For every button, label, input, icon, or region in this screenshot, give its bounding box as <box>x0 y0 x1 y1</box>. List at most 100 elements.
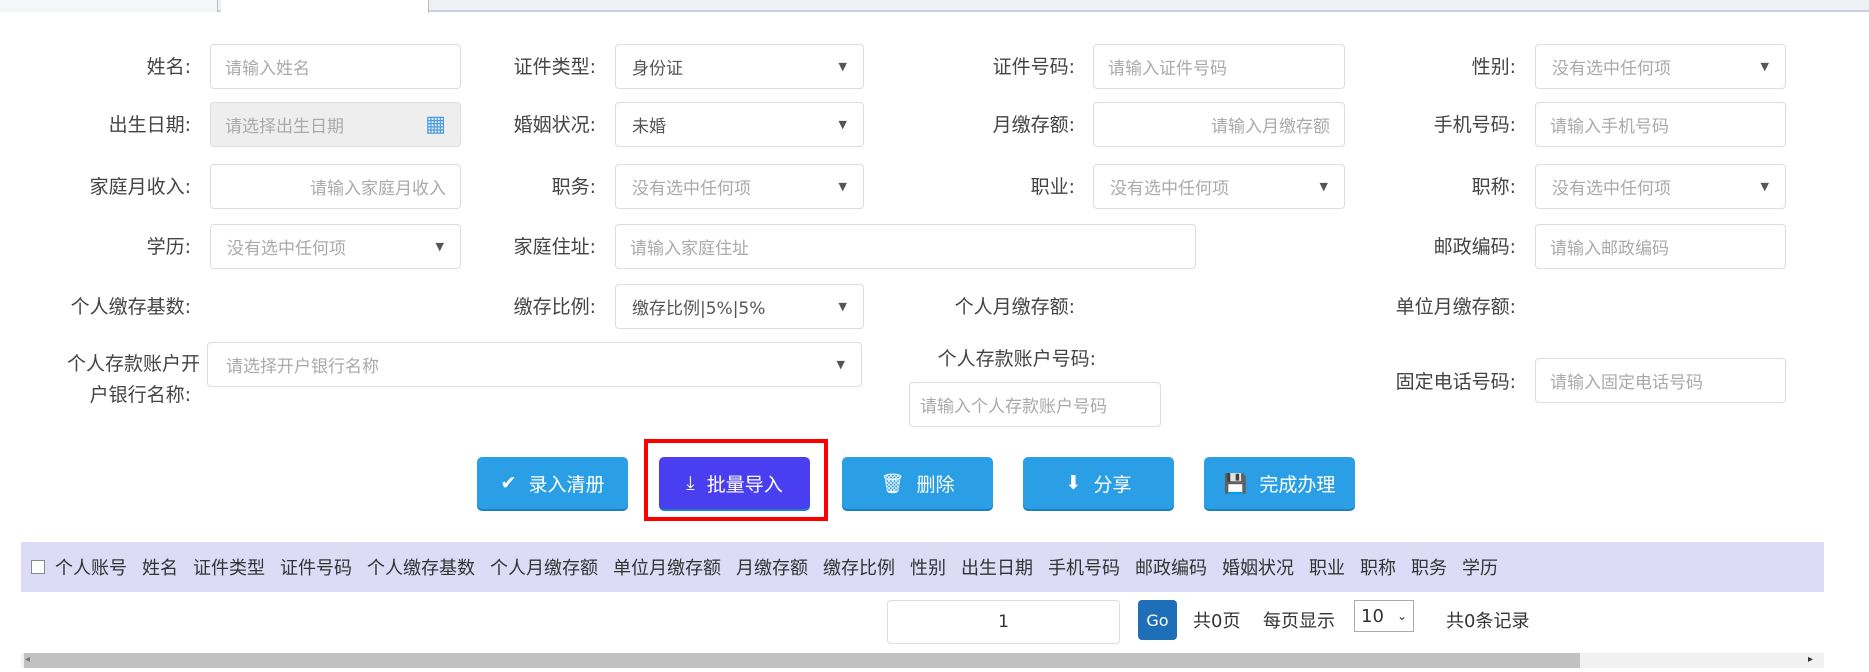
title-value: 没有选中任何项 <box>1552 179 1671 199</box>
per-page-select[interactable]: 10 ⌄ <box>1354 600 1414 632</box>
caret-down-icon: ▼ <box>1760 180 1769 193</box>
column-header[interactable]: 学历 <box>1462 554 1498 580</box>
scroll-left-icon[interactable]: ◂ <box>25 654 30 665</box>
calendar-icon[interactable]: ▦ <box>425 112 446 137</box>
occupation-label: 职业: <box>1030 176 1075 198</box>
tab-1[interactable] <box>0 0 218 12</box>
column-header[interactable]: 证件号码 <box>280 554 352 580</box>
trash-icon: 🗑 <box>880 472 905 495</box>
marital-select[interactable]: 未婚 ▼ <box>615 102 864 147</box>
column-header[interactable]: 手机号码 <box>1048 554 1120 580</box>
birth-date-label: 出生日期: <box>108 114 191 136</box>
account-no-label: 个人存款账户号码: <box>937 348 1096 370</box>
column-header[interactable]: 职称 <box>1360 554 1396 580</box>
postcode-label: 邮政编码: <box>1433 236 1516 258</box>
marital-label: 婚姻状况: <box>513 114 596 136</box>
position-label: 职务: <box>551 176 596 198</box>
column-header[interactable]: 出生日期 <box>961 554 1033 580</box>
id-type-label: 证件类型: <box>513 56 596 78</box>
column-header[interactable]: 个人账号 <box>55 554 127 580</box>
ratio-select[interactable]: 缴存比例|5%|5% ▼ <box>615 284 864 329</box>
bank-name-label-2: 户银行名称: <box>89 384 191 406</box>
scroll-right-icon[interactable]: ▸ <box>1808 654 1813 665</box>
tab-bar <box>0 0 1869 13</box>
address-label: 家庭住址: <box>513 236 596 258</box>
table-header: 个人账号 姓名 证件类型 证件号码 个人缴存基数 个人月缴存额 单位月缴存额 月缴存额 缴存比例… <box>21 542 1824 592</box>
caret-down-icon: ▼ <box>1760 60 1769 73</box>
position-select[interactable]: 没有选中任何项 ▼ <box>615 164 864 209</box>
per-page-value: 10 <box>1361 605 1384 627</box>
id-type-value: 身份证 <box>632 59 683 79</box>
tab-2[interactable] <box>221 0 429 13</box>
register-button[interactable]: ✔ 录入清册 <box>477 457 628 509</box>
column-header[interactable]: 证件类型 <box>193 554 265 580</box>
finish-button[interactable]: 💾 完成办理 <box>1204 457 1355 509</box>
register-label: 录入清册 <box>528 473 605 496</box>
bank-name-select[interactable]: 请选择开户银行名称 ▼ <box>207 342 862 387</box>
caret-down-icon: ▼ <box>838 300 847 313</box>
scrollbar-thumb[interactable] <box>24 653 1580 668</box>
column-header[interactable]: 个人月缴存额 <box>490 554 598 580</box>
column-header[interactable]: 邮政编码 <box>1135 554 1207 580</box>
total-records: 共0条记录 <box>1446 611 1530 632</box>
gender-select[interactable]: 没有选中任何项 ▼ <box>1535 44 1786 89</box>
column-header[interactable]: 职业 <box>1309 554 1345 580</box>
column-header[interactable]: 姓名 <box>142 554 178 580</box>
column-header[interactable]: 婚姻状况 <box>1222 554 1294 580</box>
education-select[interactable]: 没有选中任何项 ▼ <box>210 224 461 269</box>
highlight-box <box>644 439 828 521</box>
chevron-down-icon: ⌄ <box>1396 609 1407 623</box>
id-type-select[interactable]: 身份证 ▼ <box>615 44 864 89</box>
share-label: 分享 <box>1093 473 1132 496</box>
education-value: 没有选中任何项 <box>227 239 346 259</box>
landline-input[interactable]: 请输入固定电话号码 <box>1535 358 1786 403</box>
family-income-input[interactable]: 请输入家庭月收入 <box>210 164 461 209</box>
column-header[interactable]: 个人缴存基数 <box>367 554 475 580</box>
column-header[interactable]: 月缴存额 <box>736 554 808 580</box>
select-all-checkbox[interactable] <box>31 560 45 574</box>
caret-down-icon: ▼ <box>1319 180 1328 193</box>
mobile-label: 手机号码: <box>1433 114 1516 136</box>
mobile-input[interactable]: 请输入手机号码 <box>1535 102 1786 147</box>
account-no-input[interactable]: 请输入个人存款账户号码 <box>909 382 1161 427</box>
save-icon: 💾 <box>1223 472 1248 495</box>
page-input[interactable]: 1 <box>887 600 1120 644</box>
name-input[interactable]: 请输入姓名 <box>210 44 461 89</box>
unit-monthly-label: 单位月缴存额: <box>1395 296 1516 318</box>
personal-monthly-label: 个人月缴存额: <box>954 296 1075 318</box>
occupation-value: 没有选中任何项 <box>1110 179 1229 199</box>
birth-date-placeholder: 请选择出生日期 <box>225 117 344 137</box>
column-header[interactable]: 性别 <box>910 554 946 580</box>
id-number-label: 证件号码: <box>992 56 1075 78</box>
id-number-input[interactable]: 请输入证件号码 <box>1093 44 1345 89</box>
occupation-select[interactable]: 没有选中任何项 ▼ <box>1093 164 1345 209</box>
gender-value: 没有选中任何项 <box>1552 59 1671 79</box>
finish-label: 完成办理 <box>1259 473 1336 496</box>
delete-button[interactable]: 🗑 删除 <box>842 457 993 509</box>
column-header[interactable]: 职务 <box>1411 554 1447 580</box>
postcode-input[interactable]: 请输入邮政编码 <box>1535 224 1786 269</box>
marital-value: 未婚 <box>632 117 666 137</box>
go-button[interactable]: Go <box>1138 600 1177 640</box>
per-page-label: 每页显示 <box>1263 611 1335 632</box>
monthly-deposit-label: 月缴存额: <box>992 114 1075 136</box>
column-header[interactable]: 单位月缴存额 <box>613 554 721 580</box>
name-label: 姓名: <box>146 56 191 78</box>
caret-down-icon: ▼ <box>838 118 847 131</box>
monthly-deposit-input[interactable]: 请输入月缴存额 <box>1093 102 1345 147</box>
education-label: 学历: <box>146 236 191 258</box>
caret-down-icon: ▼ <box>838 180 847 193</box>
delete-label: 删除 <box>916 473 955 496</box>
bank-name-value: 请选择开户银行名称 <box>226 357 379 377</box>
bank-name-label-1: 个人存款账户开 <box>66 353 200 375</box>
address-input[interactable]: 请输入家庭住址 <box>615 224 1196 269</box>
caret-down-icon: ▼ <box>836 358 845 371</box>
title-select[interactable]: 没有选中任何项 ▼ <box>1535 164 1786 209</box>
birth-date-input[interactable]: 请选择出生日期 ▦ <box>210 102 461 147</box>
column-header[interactable]: 缴存比例 <box>823 554 895 580</box>
ratio-value: 缴存比例|5%|5% <box>632 299 766 319</box>
share-button[interactable]: ⬇ 分享 <box>1023 457 1174 509</box>
download-icon: ⬇ <box>1065 472 1082 494</box>
total-pages: 共0页 <box>1193 611 1241 632</box>
position-value: 没有选中任何项 <box>632 179 751 199</box>
